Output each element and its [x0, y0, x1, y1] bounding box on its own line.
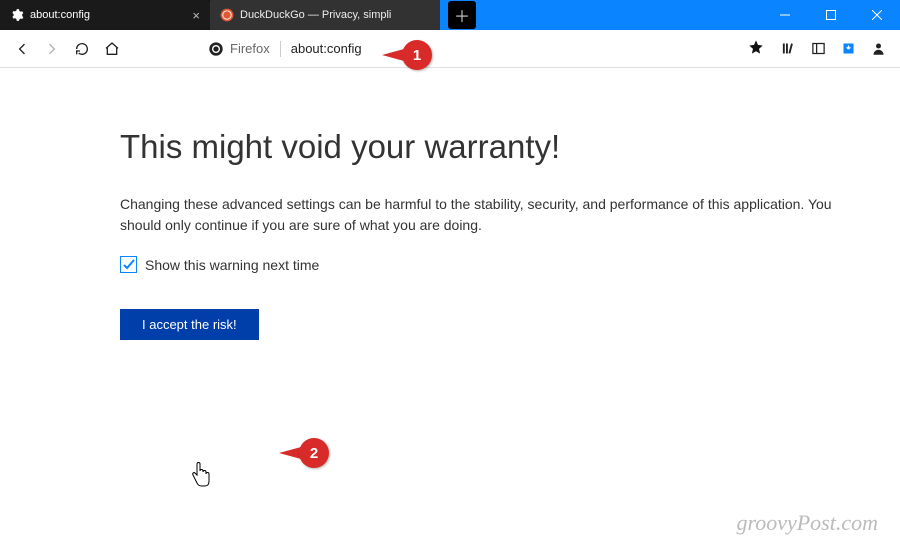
bookmark-star-icon[interactable]	[748, 39, 764, 58]
forward-button[interactable]	[38, 35, 66, 63]
duckduckgo-icon	[220, 8, 234, 22]
tab-strip: about:config × DuckDuckGo — Privacy, sim…	[0, 0, 900, 30]
show-warning-checkbox-row[interactable]: Show this warning next time	[120, 256, 840, 273]
url-text: about:config	[291, 41, 362, 56]
warning-body: Changing these advanced settings can be …	[120, 194, 840, 236]
profile-button[interactable]	[864, 35, 892, 63]
library-button[interactable]	[774, 35, 802, 63]
close-window-button[interactable]	[854, 0, 900, 30]
download-button[interactable]	[834, 35, 862, 63]
tab-label: DuckDuckGo — Privacy, simpli	[240, 9, 430, 21]
new-tab-area: ＋	[440, 0, 762, 30]
maximize-button[interactable]	[808, 0, 854, 30]
checkbox-label: Show this warning next time	[145, 257, 319, 273]
home-button[interactable]	[98, 35, 126, 63]
content-area: This might void your warranty! Changing …	[0, 68, 900, 546]
url-bar[interactable]: Firefox about:config	[200, 35, 772, 63]
new-tab-button[interactable]: ＋	[448, 1, 476, 29]
gear-icon	[10, 8, 24, 22]
window-controls	[762, 0, 900, 30]
sidebar-button[interactable]	[804, 35, 832, 63]
watermark-text: groovyPost.com	[736, 510, 878, 536]
reload-button[interactable]	[68, 35, 96, 63]
back-button[interactable]	[8, 35, 36, 63]
tab-label: about:config	[30, 9, 186, 21]
firefox-icon	[208, 41, 224, 57]
url-separator	[280, 41, 281, 57]
tab-about-config[interactable]: about:config ×	[0, 0, 210, 30]
minimize-button[interactable]	[762, 0, 808, 30]
url-identity: Firefox	[230, 41, 270, 56]
accept-risk-button[interactable]: I accept the risk!	[120, 309, 259, 340]
close-icon[interactable]: ×	[192, 9, 200, 22]
nav-toolbar: Firefox about:config	[0, 30, 900, 68]
warning-title: This might void your warranty!	[120, 128, 840, 166]
checkbox-checked-icon[interactable]	[120, 256, 137, 273]
tab-duckduckgo[interactable]: DuckDuckGo — Privacy, simpli	[210, 0, 440, 30]
